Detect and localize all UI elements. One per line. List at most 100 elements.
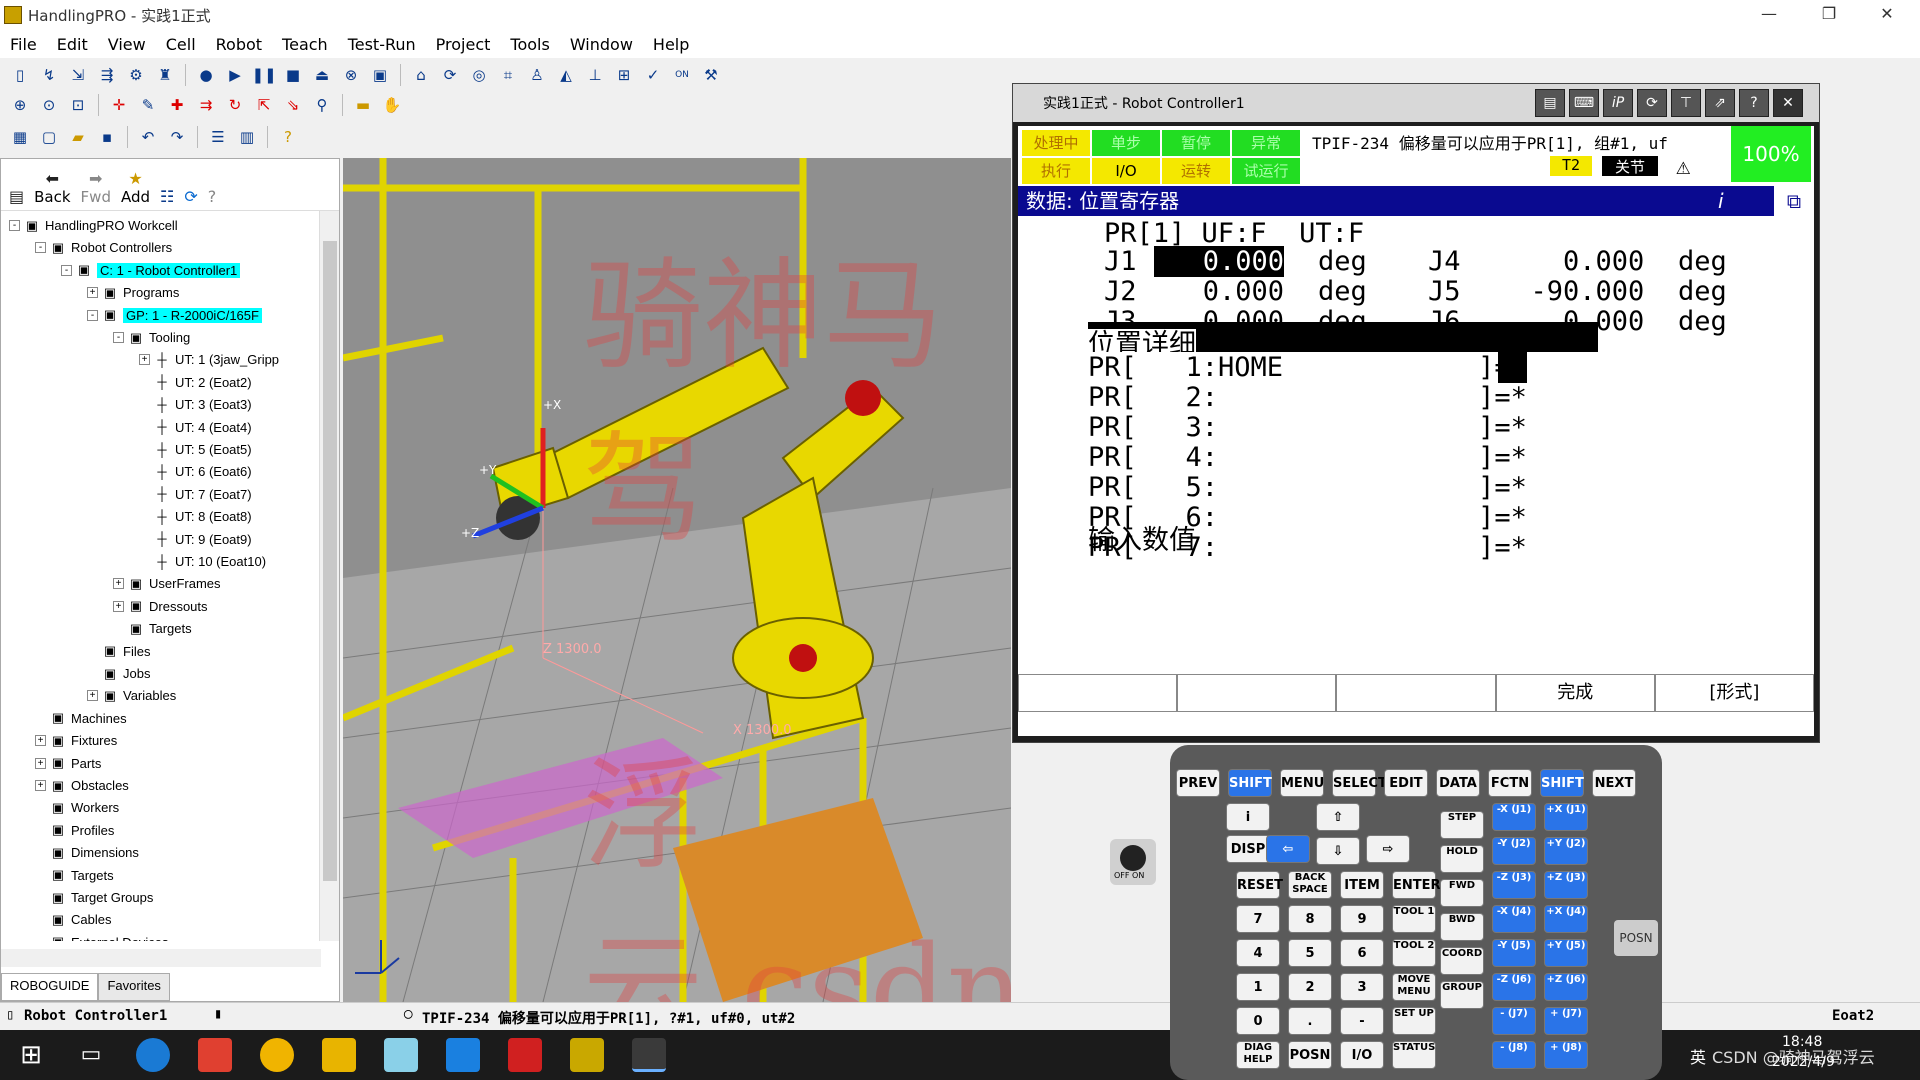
app-icon-3[interactable]	[508, 1038, 542, 1072]
open-icon[interactable]: ▰	[66, 125, 90, 149]
tree-node[interactable]: ▣ Target Groups	[35, 887, 154, 908]
key-9[interactable]: 9	[1340, 905, 1384, 933]
jog-key-11[interactable]: +Z (J6)	[1544, 973, 1588, 1001]
expand-icon[interactable]: +	[113, 578, 124, 590]
tree-node[interactable]: ▣ Targets	[113, 618, 192, 639]
jog-key-7[interactable]: +X (J4)	[1544, 905, 1588, 933]
tree-node[interactable]: ┼ UT: 7 (Eoat7)	[139, 484, 251, 505]
tree-node[interactable]: + ▣ Variables	[87, 685, 176, 706]
help-icon[interactable]: ?	[208, 187, 217, 206]
frame-rotate-icon[interactable]: ↻	[223, 93, 247, 117]
tree-node[interactable]: ▣ Machines	[35, 708, 127, 729]
pen-icon[interactable]: ✎	[136, 93, 160, 117]
jog-key-15[interactable]: + (J8)	[1544, 1041, 1588, 1069]
zoom-in-icon[interactable]: ⊕	[8, 93, 32, 117]
key-down[interactable]: ⇩	[1316, 837, 1360, 865]
jog-key-4[interactable]: -Z (J3)	[1492, 871, 1536, 899]
tab-roboguide[interactable]: ROBOGUIDE	[1, 973, 99, 1001]
tree-node[interactable]: - ▣ Tooling	[113, 327, 190, 348]
joint-value[interactable]: 0.000	[1154, 276, 1284, 307]
info-icon[interactable]: i	[1718, 186, 1724, 216]
menu-robot[interactable]: Robot	[206, 35, 272, 54]
pr-row[interactable]: PR[ 2: ]=*	[1088, 382, 1527, 413]
menu-edit[interactable]: Edit	[47, 35, 98, 54]
app-icon-2[interactable]	[446, 1038, 480, 1072]
tp-ip-icon[interactable]: iP	[1603, 89, 1633, 117]
tp-keyboard-icon[interactable]: ⌨	[1569, 89, 1599, 117]
zoom-icon[interactable]: ⊙	[37, 93, 61, 117]
pr-row[interactable]: PR[ 1:HOME ]=*	[1088, 352, 1527, 383]
chart-icon[interactable]: ▥	[235, 125, 259, 149]
key-bwd[interactable]: BWD	[1440, 913, 1484, 941]
key-tool-2[interactable]: TOOL 2	[1392, 939, 1436, 967]
redo-icon[interactable]: ↷	[165, 125, 189, 149]
key-diag-help[interactable]: DIAG HELP	[1236, 1041, 1280, 1069]
tree-node[interactable]: - ▣ GP: 1 - R-2000iC/165F	[87, 305, 262, 326]
key-shift-1[interactable]: SHIFT	[1228, 769, 1272, 797]
pr-row[interactable]: PR[ 4: ]=*	[1088, 442, 1527, 473]
tree-node[interactable]: ▣ Dimensions	[35, 842, 139, 863]
f2-key[interactable]	[1177, 674, 1337, 712]
pause-icon[interactable]: ❚❚	[251, 63, 276, 87]
key-item[interactable]: ITEM	[1340, 871, 1384, 899]
help-icon[interactable]: ?	[276, 125, 300, 149]
key-next-8[interactable]: NEXT	[1592, 769, 1636, 797]
io-icon[interactable]: ⊞	[612, 63, 636, 87]
key-group[interactable]: GROUP	[1440, 981, 1484, 1009]
eject-icon[interactable]: ⏏	[310, 63, 334, 87]
key-hold[interactable]: HOLD	[1440, 845, 1484, 873]
tree-node[interactable]: ▣ Targets	[35, 865, 114, 886]
jog-icon[interactable]: ↯	[37, 63, 61, 87]
f5-key-format[interactable]: [形式]	[1654, 674, 1815, 712]
tab-favorites[interactable]: Favorites	[98, 973, 170, 1001]
move-to-icon[interactable]: ⇲	[66, 63, 90, 87]
tp-refresh-icon[interactable]: ⟳	[1637, 89, 1667, 117]
menu-file[interactable]: File	[0, 35, 47, 54]
tree-node[interactable]: - ▣ HandlingPRO Workcell	[9, 215, 178, 236]
3d-view[interactable]: +X +Y +Z Z 1300.0 X 1300.0 骑神马驾 浮云.csdn	[343, 158, 1011, 1002]
key-data-5[interactable]: DATA	[1436, 769, 1480, 797]
fwd-button[interactable]: ➡ Fwd	[81, 169, 111, 206]
expand-icon[interactable]: +	[113, 600, 124, 612]
pr-row[interactable]: PR[ 3: ]=*	[1088, 412, 1527, 443]
jog-key-12[interactable]: - (J7)	[1492, 1007, 1536, 1035]
monitor-icon[interactable]: ⌗	[496, 63, 520, 87]
tree-node[interactable]: ┼ UT: 8 (Eoat8)	[139, 506, 251, 527]
teach-pendant-icon[interactable]: ▯	[8, 63, 32, 87]
key-coord[interactable]: COORD	[1440, 947, 1484, 975]
key-5[interactable]: 5	[1288, 939, 1332, 967]
close-button[interactable]: ✕	[1858, 0, 1916, 30]
tree-node[interactable]: + ▣ Dressouts	[113, 596, 208, 617]
menu-teach[interactable]: Teach	[272, 35, 338, 54]
minimize-button[interactable]: —	[1740, 0, 1798, 30]
cycle-icon[interactable]: ⟳	[438, 63, 462, 87]
f4-key-done[interactable]: 完成	[1495, 674, 1655, 712]
menu-window[interactable]: Window	[560, 35, 643, 54]
app-icon-1[interactable]	[384, 1038, 418, 1072]
tp-menu-icon[interactable]: ▤	[1535, 89, 1565, 117]
menu-cell[interactable]: Cell	[156, 35, 206, 54]
restore-button[interactable]: ❐	[1800, 0, 1858, 30]
key-step[interactable]: STEP	[1440, 811, 1484, 839]
jog-key-8[interactable]: -Y (J5)	[1492, 939, 1536, 967]
menu-help[interactable]: Help	[643, 35, 699, 54]
expand-icon[interactable]: +	[35, 757, 46, 769]
back-button[interactable]: ⬅ Back	[34, 169, 70, 206]
tp-help-icon[interactable]: ?	[1739, 89, 1769, 117]
key-right[interactable]: ⇨	[1366, 835, 1410, 863]
pr-row[interactable]: PR[ 5: ]=*	[1088, 472, 1527, 503]
key-posn[interactable]: POSN	[1288, 1041, 1332, 1069]
clock-date[interactable]: 2022/4/9	[1772, 1054, 1835, 1070]
clock-time[interactable]: 18:48	[1782, 1034, 1822, 1050]
key-0[interactable]: 0	[1236, 1007, 1280, 1035]
key-2[interactable]: 2	[1288, 973, 1332, 1001]
menu-project[interactable]: Project	[426, 35, 501, 54]
task-view-icon[interactable]: ▭	[74, 1038, 108, 1072]
abort-icon[interactable]: ⊗	[339, 63, 363, 87]
key-select-3[interactable]: SELECT	[1332, 769, 1387, 797]
tp-external-icon[interactable]: ⇗	[1705, 89, 1735, 117]
roboguide-taskbar-icon[interactable]	[570, 1038, 604, 1072]
tree-node[interactable]: ┼ UT: 4 (Eoat4)	[139, 417, 251, 438]
target-icon[interactable]: ⇶	[95, 63, 119, 87]
explorer-icon[interactable]	[322, 1038, 356, 1072]
